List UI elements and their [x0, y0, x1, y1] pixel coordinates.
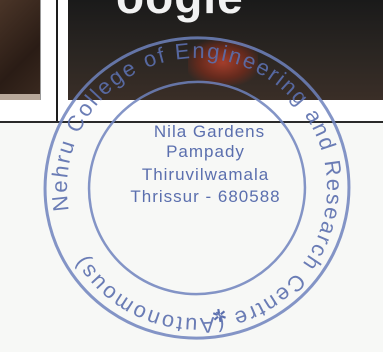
seal-center-line-3: Thiruvilwamala — [141, 165, 270, 184]
seal-star: ✲ — [210, 305, 229, 328]
seal-center-line-4: Thrissur - 680588 — [130, 187, 281, 206]
seal-center-line-2: Pampady — [166, 142, 245, 161]
seal-center-line-1: Nila Gardens — [153, 122, 266, 141]
